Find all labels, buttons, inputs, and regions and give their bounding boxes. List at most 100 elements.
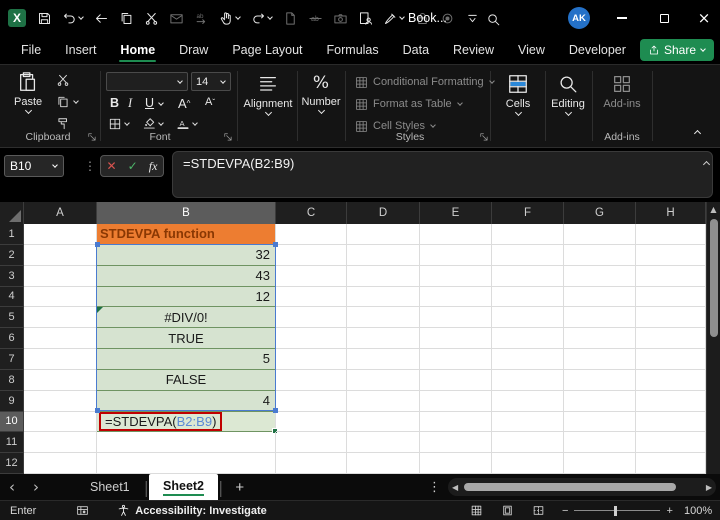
underline-options[interactable] — [158, 101, 164, 107]
number-button[interactable]: % Number — [299, 73, 343, 115]
cell-E10[interactable] — [420, 412, 492, 433]
touch-mode-button[interactable] — [216, 8, 244, 29]
camera-button[interactable] — [330, 8, 351, 29]
strikethrough-button[interactable] — [305, 8, 326, 29]
cell-G4[interactable] — [564, 287, 636, 308]
new-sheet-button[interactable]: + — [223, 479, 256, 496]
cell-G11[interactable] — [564, 432, 636, 453]
cell-E3[interactable] — [420, 266, 492, 287]
menu-tab-review[interactable]: Review — [442, 39, 505, 61]
cell-D1[interactable] — [347, 224, 420, 245]
cell-G2[interactable] — [564, 245, 636, 266]
cell-B6[interactable]: TRUE — [97, 328, 276, 349]
cell-B12[interactable] — [97, 453, 276, 474]
cell-A10[interactable] — [24, 412, 97, 433]
cell-F8[interactable] — [492, 370, 564, 391]
scroll-right-icon[interactable]: ▶ — [702, 483, 716, 492]
name-box[interactable]: B10 — [4, 155, 64, 177]
cell-C12[interactable] — [276, 453, 347, 474]
font-dialog-launcher-icon[interactable] — [222, 131, 233, 142]
column-header-E[interactable]: E — [420, 202, 492, 224]
cell-D9[interactable] — [347, 391, 420, 412]
cell-E12[interactable] — [420, 453, 492, 474]
cell-F5[interactable] — [492, 307, 564, 328]
cell-D4[interactable] — [347, 287, 420, 308]
menu-tab-formulas[interactable]: Formulas — [316, 39, 390, 61]
grow-font-button[interactable]: A^ — [178, 96, 190, 111]
cell-F1[interactable] — [492, 224, 564, 245]
cell-H7[interactable] — [636, 349, 706, 370]
clipboard-dialog-launcher-icon[interactable] — [86, 131, 97, 142]
font-size-combo[interactable]: 14 — [191, 72, 231, 91]
cell-E7[interactable] — [420, 349, 492, 370]
normal-view-icon[interactable] — [470, 504, 483, 517]
prev-sheet-button[interactable]: ‹ — [0, 478, 24, 496]
cell-A3[interactable] — [24, 266, 97, 287]
maximize-button[interactable] — [644, 0, 684, 36]
cell-H2[interactable] — [636, 245, 706, 266]
cell-C8[interactable] — [276, 370, 347, 391]
cell-D8[interactable] — [347, 370, 420, 391]
cell-A2[interactable] — [24, 245, 97, 266]
close-button[interactable]: × — [684, 0, 720, 36]
cell-E4[interactable] — [420, 287, 492, 308]
cell-H6[interactable] — [636, 328, 706, 349]
editing-button[interactable]: Editing — [546, 73, 590, 117]
styles-dialog-launcher-icon[interactable] — [478, 131, 489, 142]
fill-color-button[interactable] — [142, 117, 164, 131]
menu-tab-page-layout[interactable]: Page Layout — [221, 39, 313, 61]
row-header-9[interactable]: 9 — [0, 391, 24, 412]
cell-D3[interactable] — [347, 266, 420, 287]
sheet-options-button[interactable]: ⋮ — [428, 480, 441, 495]
cell-D5[interactable] — [347, 307, 420, 328]
cell-H10[interactable] — [636, 412, 706, 433]
cell-C2[interactable] — [276, 245, 347, 266]
zoom-level[interactable]: 100% — [684, 505, 712, 517]
cell-D2[interactable] — [347, 245, 420, 266]
row-header-10[interactable]: 10 — [0, 412, 24, 433]
row-header-11[interactable]: 11 — [0, 432, 24, 453]
workbook-title[interactable]: Book... — [408, 0, 447, 36]
page-break-view-icon[interactable] — [532, 504, 545, 517]
menu-tab-data[interactable]: Data — [392, 39, 440, 61]
cell-C7[interactable] — [276, 349, 347, 370]
cell-H12[interactable] — [636, 453, 706, 474]
menu-tab-developer[interactable]: Developer — [558, 39, 637, 61]
menu-tab-draw[interactable]: Draw — [168, 39, 219, 61]
email-button[interactable] — [166, 8, 187, 29]
cell-B11[interactable] — [97, 432, 276, 453]
cell-C5[interactable] — [276, 307, 347, 328]
row-header-12[interactable]: 12 — [0, 453, 24, 474]
column-header-H[interactable]: H — [636, 202, 706, 224]
cell-B8[interactable]: FALSE — [97, 370, 276, 391]
select-all-button[interactable] — [0, 202, 24, 224]
cell-B4[interactable]: 12 — [97, 287, 276, 308]
addins-button[interactable]: Add-ins — [596, 73, 648, 110]
cut-button[interactable] — [56, 73, 70, 87]
cell-C3[interactable] — [276, 266, 347, 287]
row-header-6[interactable]: 6 — [0, 328, 24, 349]
column-header-G[interactable]: G — [564, 202, 636, 224]
cell-D10[interactable] — [347, 412, 420, 433]
cell-H11[interactable] — [636, 432, 706, 453]
formula-input[interactable]: =STDEVPA(B2:B9) — [172, 151, 713, 198]
row-header-8[interactable]: 8 — [0, 370, 24, 391]
cell-E9[interactable] — [420, 391, 492, 412]
horizontal-scroll-thumb[interactable] — [464, 483, 676, 491]
cell-G7[interactable] — [564, 349, 636, 370]
cell-F7[interactable] — [492, 349, 564, 370]
minimize-button[interactable] — [602, 0, 642, 36]
redo-button[interactable] — [248, 8, 276, 29]
insert-function-button[interactable]: fx — [149, 159, 158, 174]
cell-H8[interactable] — [636, 370, 706, 391]
cell-D12[interactable] — [347, 453, 420, 474]
cell-B7[interactable]: 5 — [97, 349, 276, 370]
paste-button[interactable]: Paste — [14, 71, 42, 115]
cell-G9[interactable] — [564, 391, 636, 412]
cell-F3[interactable] — [492, 266, 564, 287]
cell-B3[interactable]: 43 — [97, 266, 276, 287]
font-name-combo[interactable] — [106, 72, 188, 91]
cell-G8[interactable] — [564, 370, 636, 391]
collapse-ribbon-button[interactable] — [694, 127, 701, 141]
underline-button[interactable]: U — [145, 96, 154, 110]
